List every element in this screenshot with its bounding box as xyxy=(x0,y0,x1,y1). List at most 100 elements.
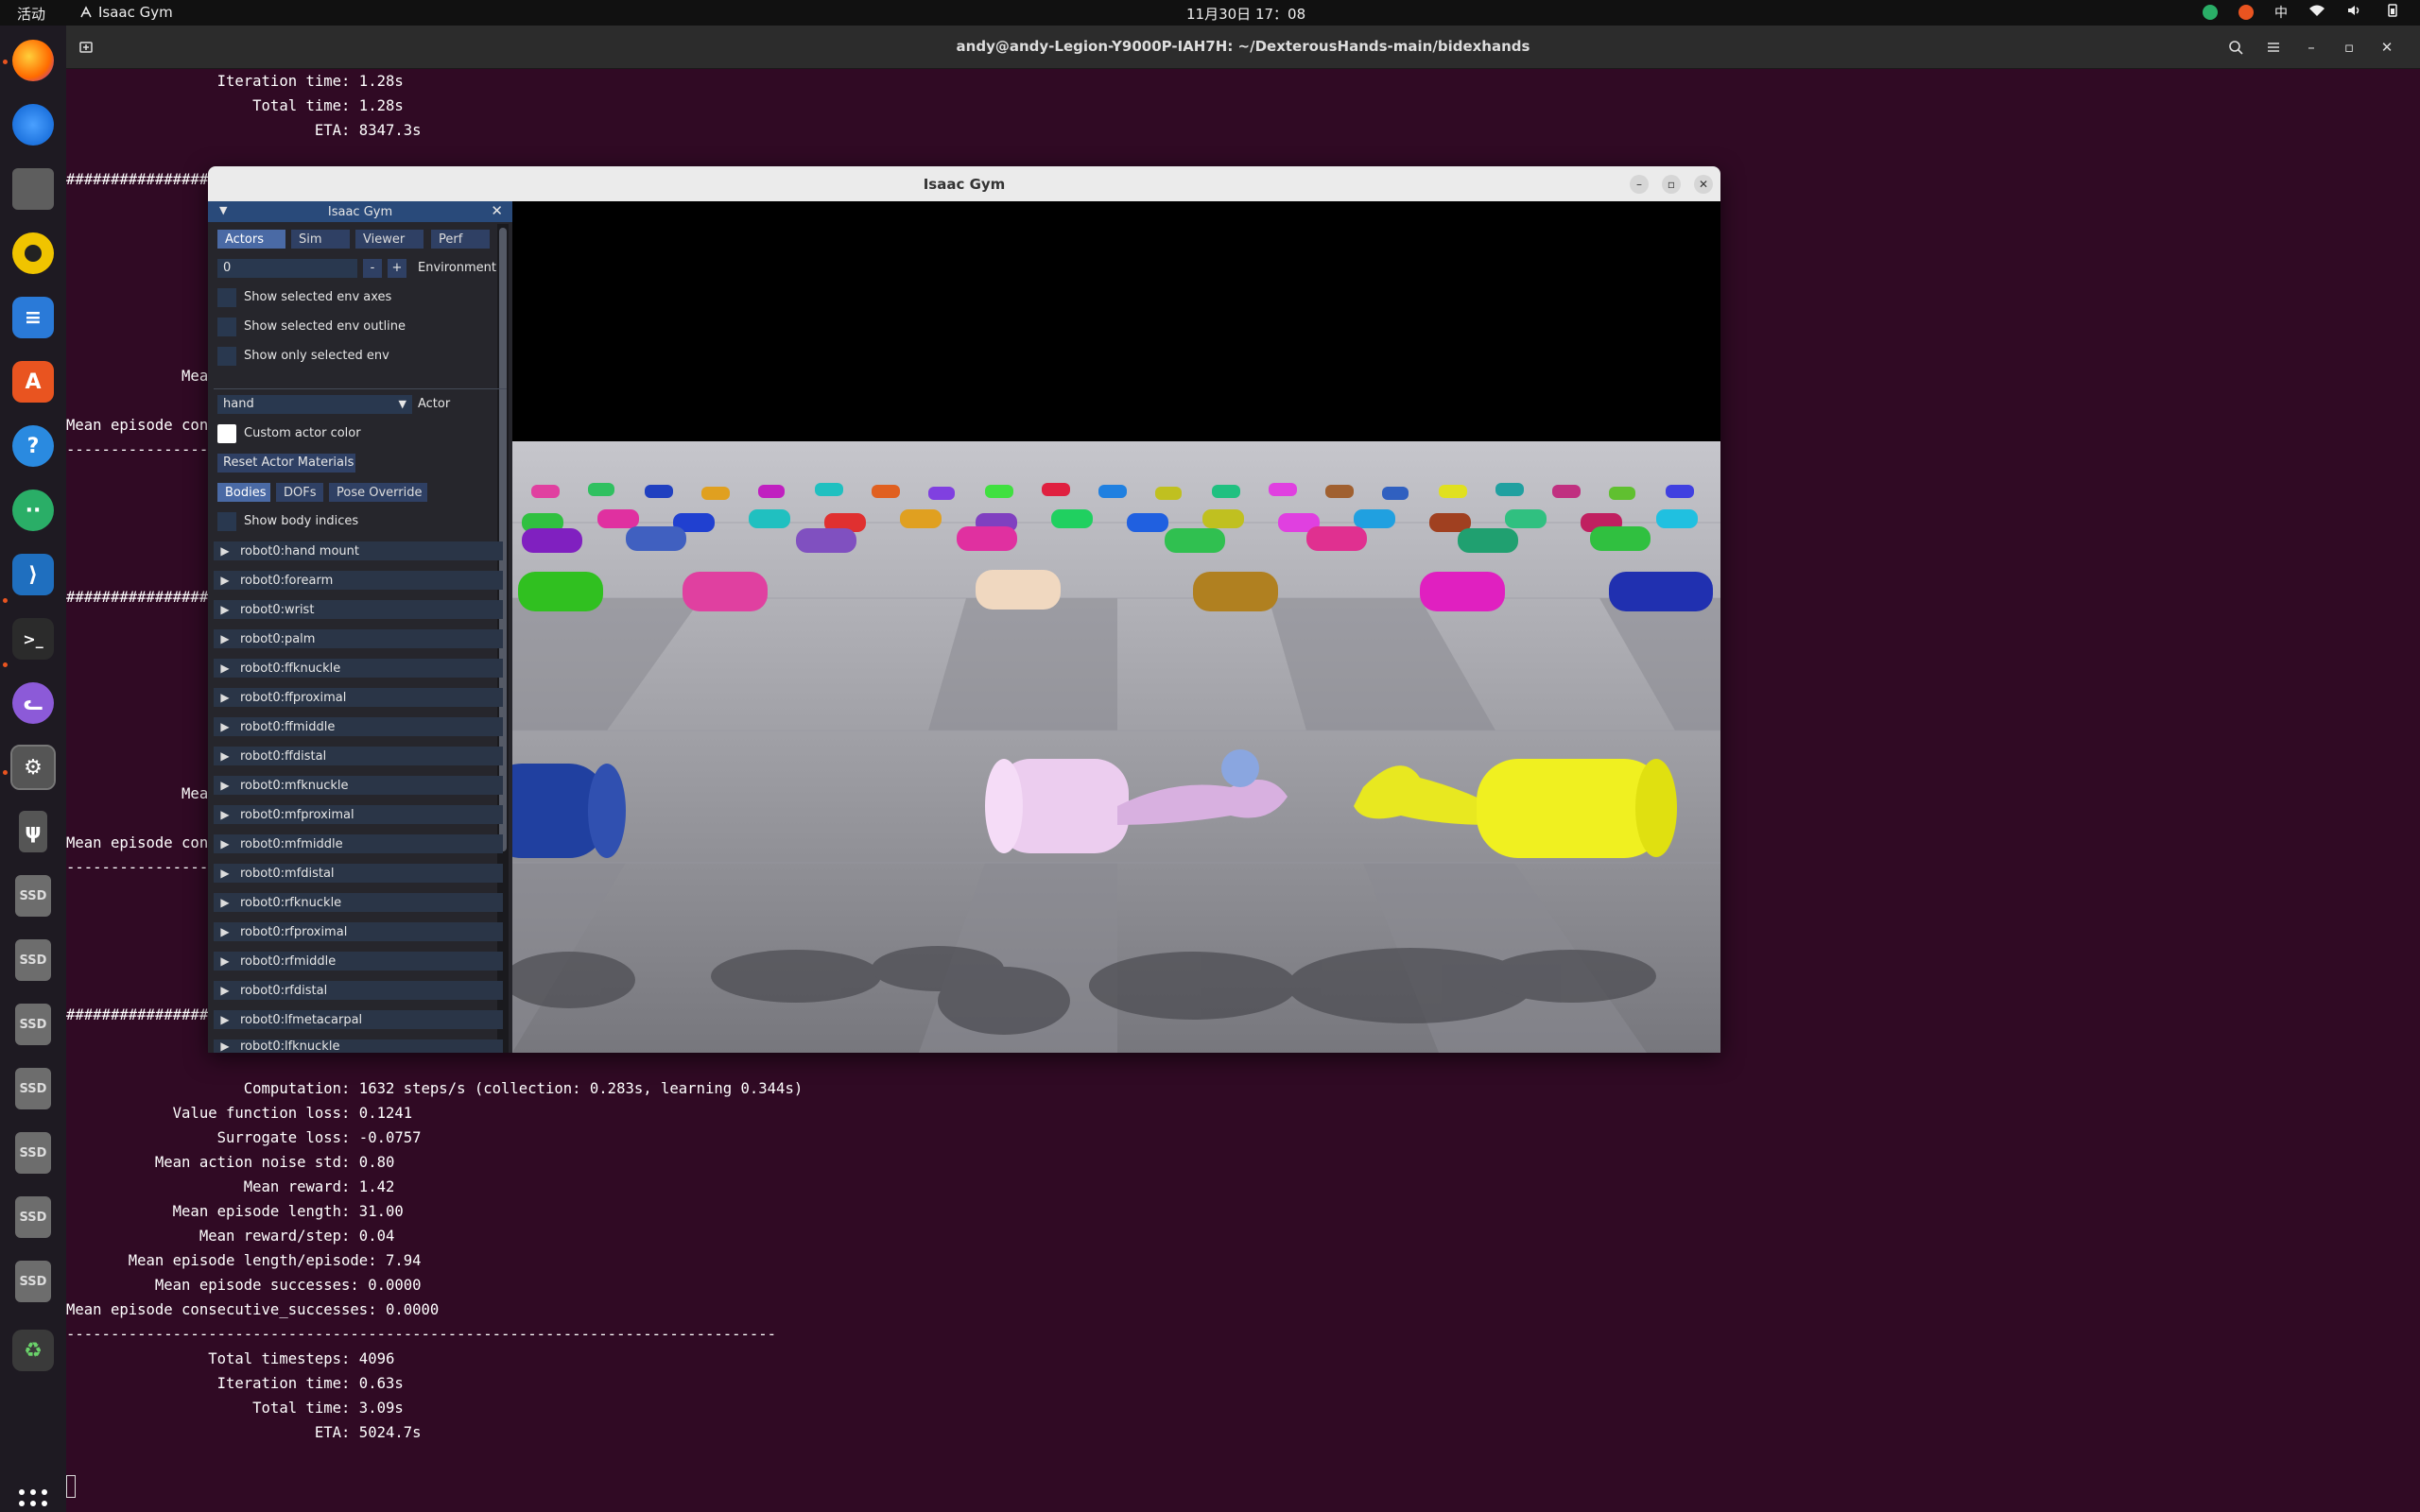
cat-icon[interactable]: ᓚ xyxy=(12,682,54,724)
tree-node-body[interactable]: ▶ robot0:ffknuckle xyxy=(214,659,503,678)
gym-minimize-button[interactable]: – xyxy=(1630,175,1649,194)
ssd-drive-icon[interactable]: SSD xyxy=(15,1004,51,1045)
volume-icon[interactable] xyxy=(2346,4,2363,21)
tree-node-body[interactable]: ▶ robot0:ffmiddle xyxy=(214,717,503,736)
tree-node-body[interactable]: ▶ robot0:palm xyxy=(214,629,503,648)
settings-icon[interactable]: ⚙ xyxy=(10,745,56,790)
actor-select[interactable]: hand ▼ xyxy=(217,395,412,414)
gym-maximize-button[interactable]: ▫ xyxy=(1662,175,1681,194)
reset-actor-materials-button[interactable]: Reset Actor Materials xyxy=(217,454,355,472)
ssd-drive-icon[interactable]: SSD xyxy=(15,1132,51,1174)
expand-arrow-icon: ▶ xyxy=(220,1013,230,1026)
ssd-drive-icon[interactable]: SSD xyxy=(15,875,51,917)
simulation-viewport[interactable] xyxy=(512,201,1720,1053)
appcenter-icon[interactable]: A xyxy=(12,361,54,403)
ssd-drive-icon[interactable]: SSD xyxy=(15,1261,51,1302)
tree-node-body[interactable]: ▶ robot0:wrist xyxy=(214,600,503,619)
terminal-headerbar: andy@andy-Legion-Y9000P-IAH7H: ~/Dextero… xyxy=(66,26,2420,69)
terminal-icon[interactable]: >_ xyxy=(12,618,54,660)
maximize-button[interactable]: ▫ xyxy=(2335,33,2363,61)
tab-bodies[interactable]: Bodies xyxy=(217,483,270,502)
app-menu[interactable]: Isaac Gym xyxy=(79,4,173,21)
tree-node-body[interactable]: ▶ robot0:rfmiddle xyxy=(214,952,503,971)
isaac-gym-titlebar[interactable]: Isaac Gym – ▫ ✕ xyxy=(208,166,1720,201)
vscode-icon[interactable]: ⟩ xyxy=(12,554,54,595)
dock-running-indicator xyxy=(3,60,8,64)
ssd-drive-icon[interactable]: SSD xyxy=(15,1068,51,1109)
terminal-line: Mean episode cons xyxy=(66,417,217,434)
search-icon[interactable] xyxy=(2221,33,2250,61)
environment-input[interactable]: 0 xyxy=(217,259,357,278)
only-selected-env-checkbox[interactable] xyxy=(217,347,236,366)
hamburger-menu-icon[interactable] xyxy=(2259,33,2288,61)
tree-node-body[interactable]: ▶ robot0:forearm xyxy=(214,571,503,590)
usb-icon[interactable]: ψ xyxy=(19,811,47,852)
isaac-gym-window-title: Isaac Gym xyxy=(923,176,1006,193)
tab-actors[interactable]: Actors xyxy=(217,230,285,249)
env-outline-checkbox[interactable] xyxy=(217,318,236,336)
terminal-line: ETA: 8347.3s xyxy=(66,122,422,139)
tree-node-body[interactable]: ▶ robot0:rfproximal xyxy=(214,922,503,941)
wechat-icon[interactable]: ·· xyxy=(12,490,54,531)
body-label: robot0:rfdistal xyxy=(240,983,328,998)
input-method-indicator[interactable]: 中 xyxy=(2274,3,2288,22)
tree-node-body[interactable]: ▶ robot0:mfmiddle xyxy=(214,834,503,853)
ssd-drive-icon[interactable]: SSD xyxy=(15,1196,51,1238)
battery-icon[interactable] xyxy=(2384,4,2401,21)
env-increment-button[interactable]: + xyxy=(388,259,406,278)
tree-node-body[interactable]: ▶ robot0:ffdistal xyxy=(214,747,503,765)
tab-viewer[interactable]: Viewer xyxy=(355,230,424,249)
show-body-indices-checkbox[interactable] xyxy=(217,512,236,531)
close-icon[interactable]: ✕ xyxy=(491,202,503,219)
ssd-drive-icon[interactable]: SSD xyxy=(15,939,51,981)
tab-perf[interactable]: Perf xyxy=(431,230,490,249)
minimize-button[interactable]: – xyxy=(2297,33,2325,61)
tree-node-body[interactable]: ▶ robot0:lfmetacarpal xyxy=(214,1010,503,1029)
ubuntu-tray-icon[interactable] xyxy=(2238,5,2254,20)
tab-dofs[interactable]: DOFs xyxy=(276,483,323,502)
tab-sim[interactable]: Sim xyxy=(291,230,350,249)
tree-node-body[interactable]: ▶ robot0:lfknuckle xyxy=(214,1040,503,1053)
close-button[interactable]: ✕ xyxy=(2373,33,2401,61)
expand-arrow-icon: ▶ xyxy=(220,574,230,587)
system-tray: 中 xyxy=(2203,3,2401,22)
env-axes-checkbox[interactable] xyxy=(217,288,236,307)
env-decrement-button[interactable]: - xyxy=(363,259,382,278)
firefox-icon[interactable] xyxy=(12,40,54,81)
tree-node-body[interactable]: ▶ robot0:rfdistal xyxy=(214,981,503,1000)
app-menu-label: Isaac Gym xyxy=(98,4,173,21)
panel-titlebar[interactable]: ▼ Isaac Gym ✕ xyxy=(208,201,512,222)
writer-icon[interactable]: ≡ xyxy=(12,297,54,338)
tree-node-body[interactable]: ▶ robot0:mfknuckle xyxy=(214,776,503,795)
wechat-tray-icon[interactable] xyxy=(2203,5,2218,20)
gym-close-button[interactable]: ✕ xyxy=(1694,175,1713,194)
body-label: robot0:rfmiddle xyxy=(240,954,337,969)
body-label: robot0:mfmiddle xyxy=(240,836,343,851)
expand-arrow-icon: ▶ xyxy=(220,544,230,558)
isaac-gym-window: Isaac Gym – ▫ ✕ ▼ Isaac Gym ✕ Actors Sim… xyxy=(208,166,1720,1053)
collapse-triangle-icon[interactable]: ▼ xyxy=(219,204,227,216)
clock[interactable]: 11月30日 17：08 xyxy=(1186,4,1305,24)
custom-color-swatch[interactable] xyxy=(217,424,236,443)
body-label: robot0:ffknuckle xyxy=(240,661,341,676)
terminal-line: Mean episode cons xyxy=(66,834,217,851)
rhythmbox-icon[interactable] xyxy=(12,232,54,274)
trash-icon[interactable]: ♻ xyxy=(12,1330,54,1371)
tree-node-body[interactable]: ▶ robot0:rfknuckle xyxy=(214,893,503,912)
tree-node-body[interactable]: ▶ robot0:ffproximal xyxy=(214,688,503,707)
show-apps-icon[interactable] xyxy=(17,1487,49,1512)
wifi-icon[interactable] xyxy=(2308,4,2325,21)
tab-pose-override[interactable]: Pose Override xyxy=(329,483,427,502)
actor-select-value: hand xyxy=(223,397,254,411)
files-icon[interactable] xyxy=(12,168,54,210)
terminal-line: Surrogate loss: -0.0757 xyxy=(66,1129,422,1146)
tree-node-body[interactable]: ▶ robot0:mfproximal xyxy=(214,805,503,824)
tree-node-body[interactable]: ▶ robot0:hand mount xyxy=(214,541,503,560)
expand-arrow-icon: ▶ xyxy=(220,954,230,968)
terminal-cursor xyxy=(66,1475,76,1498)
thunderbird-icon[interactable] xyxy=(12,104,54,146)
help-icon[interactable]: ? xyxy=(12,425,54,467)
activities-button[interactable]: 活动 xyxy=(17,4,45,24)
tree-node-body[interactable]: ▶ robot0:mfdistal xyxy=(214,864,503,883)
environment-label: Environment xyxy=(418,261,497,275)
